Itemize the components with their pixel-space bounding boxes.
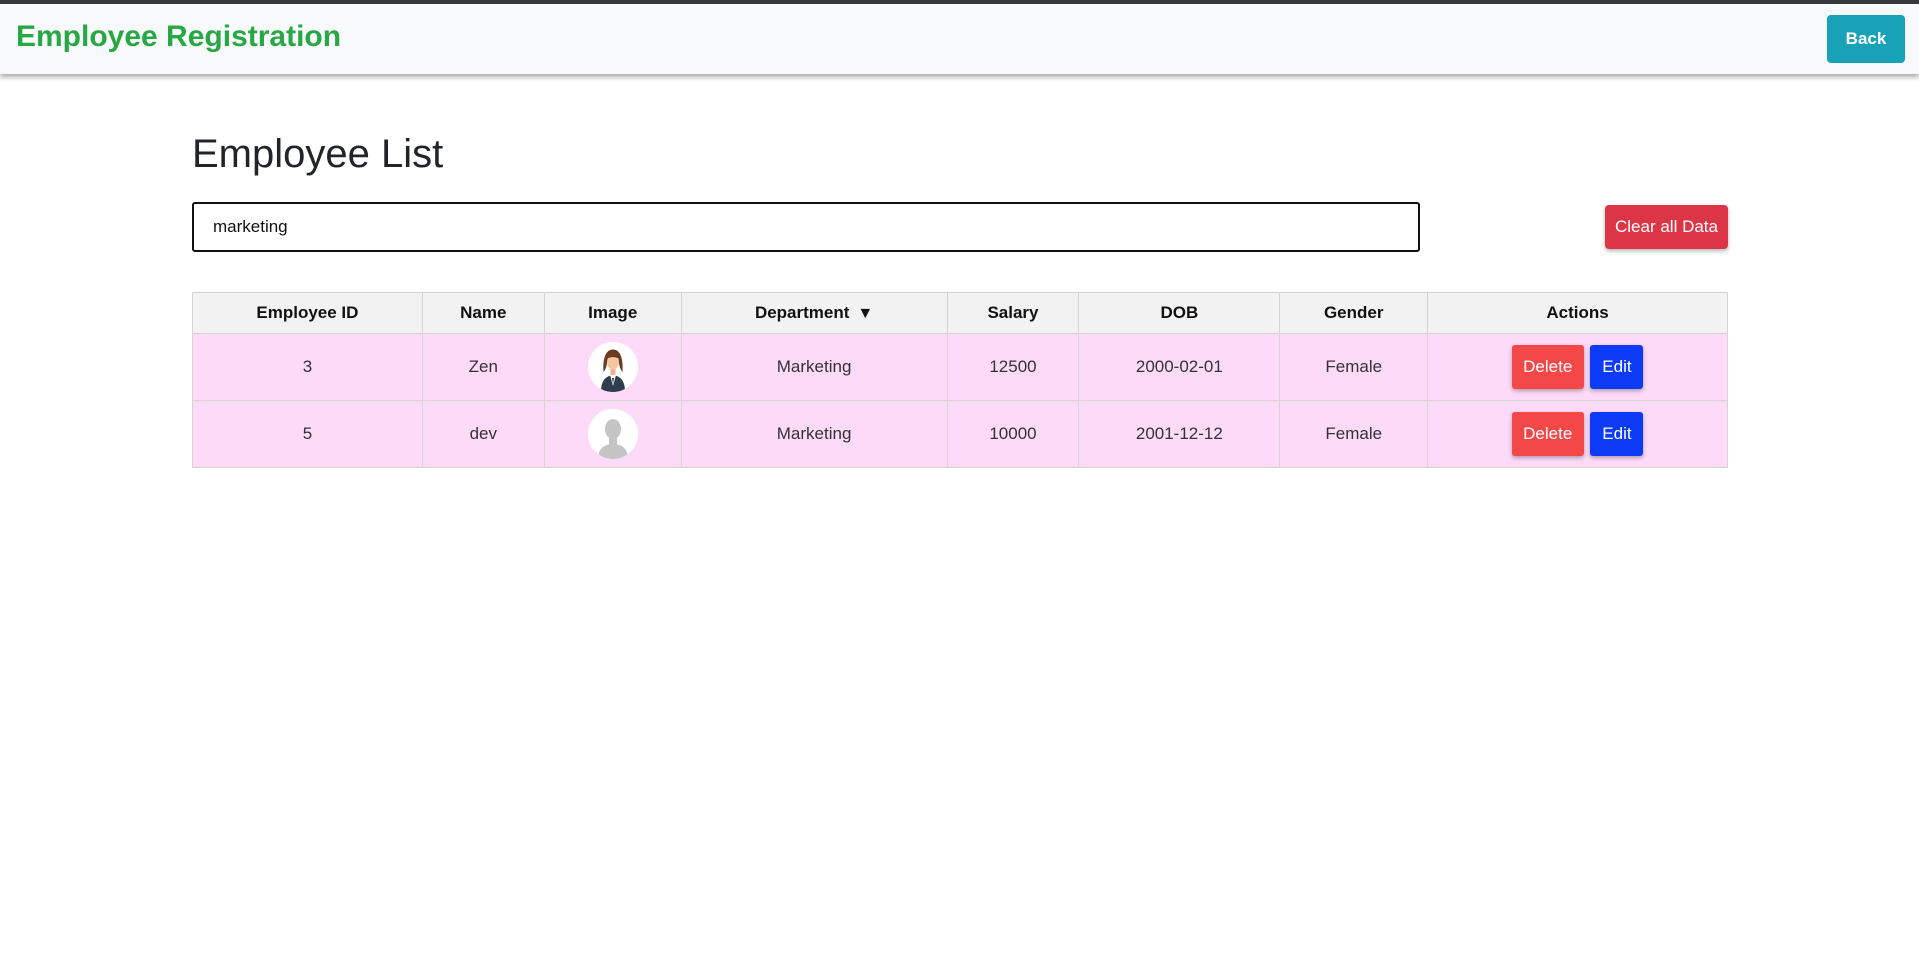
table-header-row: Employee ID Name Image Department ▼ Salar…	[192, 292, 1728, 334]
cell-actions: Delete Edit	[1427, 333, 1728, 401]
column-header-employee-id[interactable]: Employee ID	[192, 292, 423, 334]
back-button[interactable]: Back	[1827, 15, 1905, 63]
delete-button[interactable]: Delete	[1511, 412, 1584, 456]
table-row: 3 Zen Marketing 12500 2000-02-01 Female …	[192, 333, 1728, 401]
column-header-dob[interactable]: DOB	[1078, 292, 1281, 334]
female-avatar-icon	[587, 342, 638, 392]
page-title: Employee List	[192, 132, 444, 176]
edit-button[interactable]: Edit	[1590, 345, 1644, 389]
cell-actions: Delete Edit	[1427, 400, 1728, 468]
cell-dob: 2000-02-01	[1078, 333, 1281, 401]
brand-title[interactable]: Employee Registration	[16, 20, 341, 54]
column-header-salary[interactable]: Salary	[946, 292, 1080, 334]
column-header-image[interactable]: Image	[543, 292, 682, 334]
column-header-actions: Actions	[1427, 292, 1728, 334]
cell-name: dev	[421, 400, 545, 468]
cell-image	[543, 333, 682, 401]
cell-image	[543, 400, 682, 468]
cell-dob: 2001-12-12	[1078, 400, 1281, 468]
edit-button[interactable]: Edit	[1590, 412, 1644, 456]
cell-salary: 12500	[946, 333, 1080, 401]
cell-name: Zen	[421, 333, 545, 401]
cell-gender: Female	[1279, 333, 1429, 401]
cell-salary: 10000	[946, 400, 1080, 468]
navbar: Employee Registration Back	[0, 4, 1919, 74]
sort-descending-icon[interactable]: ▼	[857, 305, 873, 322]
cell-employee-id: 3	[192, 333, 423, 401]
table-row: 5 dev Marketing 10000 2001-12-12 Female …	[192, 400, 1728, 468]
cell-employee-id: 5	[192, 400, 423, 468]
cell-gender: Female	[1279, 400, 1429, 468]
clear-all-data-button[interactable]: Clear all Data	[1605, 205, 1728, 249]
cell-department: Marketing	[680, 400, 948, 468]
default-avatar-icon	[587, 409, 638, 459]
search-input[interactable]	[192, 202, 1420, 252]
column-header-name[interactable]: Name	[421, 292, 545, 334]
cell-department: Marketing	[680, 333, 948, 401]
column-header-department[interactable]: Department ▼	[680, 292, 948, 334]
column-header-gender[interactable]: Gender	[1279, 292, 1429, 334]
delete-button[interactable]: Delete	[1511, 345, 1584, 389]
department-header-label: Department	[754, 303, 850, 322]
employee-table: Employee ID Name Image Department ▼ Salar…	[192, 292, 1728, 468]
